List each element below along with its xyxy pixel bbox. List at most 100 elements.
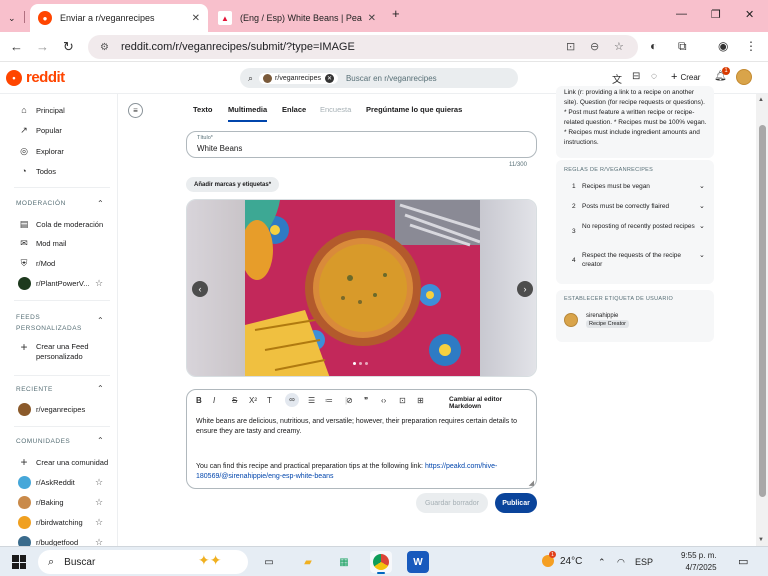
table-icon[interactable]: ⊞ xyxy=(417,396,424,405)
markdown-switch-button[interactable]: Cambiar al editor Markdown xyxy=(449,396,536,410)
tab-peakd[interactable]: ▲ (Eng / Esp) White Beans | PeakD ✕ xyxy=(210,4,384,32)
sidebar-item-veganrecipes[interactable]: r/veganrecipes xyxy=(18,402,85,416)
minimize-icon[interactable]: — xyxy=(676,8,687,20)
close-tab-icon[interactable]: ✕ xyxy=(368,13,376,24)
chevron-up-icon[interactable]: ⌃ xyxy=(97,436,104,445)
sidebar-item-principal[interactable]: ⌂ Principal xyxy=(18,103,64,117)
weather-widget[interactable]: 1 24°C xyxy=(542,551,582,567)
scroll-down-icon[interactable]: ▼ xyxy=(758,537,764,543)
code-block-icon[interactable]: ⊡ xyxy=(399,396,406,405)
reload-icon[interactable]: ↻ xyxy=(63,39,74,55)
close-tab-icon[interactable]: ✕ xyxy=(192,13,200,24)
body-editor[interactable]: B I S X² T ∞ ☰ ≔ | ⊘ ❞ ‹› ⊡ ⊞ Cambiar al… xyxy=(186,389,537,489)
chevron-up-icon[interactable]: ⌃ xyxy=(598,557,606,568)
translate-icon[interactable]: 文 xyxy=(612,71,622,86)
task-view-icon[interactable]: ▭ xyxy=(258,551,280,573)
tab-texto[interactable]: Texto xyxy=(193,105,212,114)
bookmark-star-icon[interactable]: ☆ xyxy=(614,40,624,53)
star-icon[interactable]: ☆ xyxy=(95,278,103,289)
profile-icon[interactable]: ◉ xyxy=(718,39,728,53)
sidebar-item-create-feed[interactable]: + Crear una Feed personalizado xyxy=(18,341,106,364)
italic-icon[interactable]: I xyxy=(213,396,215,405)
strikethrough-icon[interactable]: S xyxy=(232,396,237,405)
sidebar-item-birdwatching[interactable]: r/birdwatching xyxy=(18,515,83,529)
code-icon[interactable]: ‹› xyxy=(381,396,386,405)
new-tab-button[interactable]: + xyxy=(392,6,400,21)
tab-multimedia[interactable]: Multimedia xyxy=(228,105,268,122)
close-window-icon[interactable]: ✕ xyxy=(745,8,754,21)
back-icon[interactable]: ← xyxy=(10,39,23,54)
avatar[interactable] xyxy=(736,69,752,85)
install-app-icon[interactable]: ⊡ xyxy=(566,40,575,53)
rule-item[interactable]: 3 No reposting of recently posted recipe… xyxy=(564,222,709,236)
sidebar-item-modmail[interactable]: ✉ Mod mail xyxy=(18,236,66,250)
link-icon[interactable]: ∞ xyxy=(285,393,299,407)
sidebar-item-popular[interactable]: ↗ Popular xyxy=(18,123,62,137)
sidebar-item-modqueue[interactable]: ▤ Cola de moderación xyxy=(18,217,103,231)
bold-icon[interactable]: B xyxy=(196,396,202,405)
star-icon[interactable]: ☆ xyxy=(95,497,103,508)
taskbar-search[interactable]: ⌕ Buscar ✦✦ xyxy=(38,550,248,574)
carousel-dot[interactable] xyxy=(359,362,362,365)
spoiler-icon[interactable]: ⊘ xyxy=(346,396,353,405)
save-draft-button[interactable]: Guardar borrador xyxy=(416,493,488,513)
address-bar[interactable]: ⚙ reddit.com/r/veganrecipes/submit/?type… xyxy=(88,35,638,59)
carousel-dot[interactable] xyxy=(365,362,368,365)
collapse-sidebar-button[interactable]: ≡ xyxy=(128,103,143,118)
forward-icon[interactable]: → xyxy=(36,39,49,54)
file-explorer-icon[interactable]: ▰ xyxy=(297,551,319,573)
carousel-prev-button[interactable]: ‹ xyxy=(192,281,208,297)
resize-handle-icon[interactable]: ◢ xyxy=(529,479,534,487)
scrollbar-thumb[interactable] xyxy=(759,125,766,497)
rule-item[interactable]: 1 Recipes must be vegan ⌄ xyxy=(564,182,709,191)
chrome-app-icon[interactable] xyxy=(370,551,392,574)
tab-enviar[interactable]: ● Enviar a r/veganrecipes ✕ xyxy=(30,4,208,32)
superscript-icon[interactable]: X² xyxy=(249,396,257,405)
restore-icon[interactable]: ❐ xyxy=(711,8,721,21)
scroll-up-icon[interactable]: ▲ xyxy=(758,97,764,103)
word-app-icon[interactable]: W xyxy=(407,551,429,573)
quote-icon[interactable]: ❞ xyxy=(364,396,368,405)
rule-item[interactable]: 4 Respect the requests of the recipe cre… xyxy=(564,251,709,269)
create-button[interactable]: + Crear xyxy=(671,71,700,83)
chevron-up-icon[interactable]: ⌃ xyxy=(97,199,104,208)
wifi-icon[interactable]: ◠ xyxy=(617,557,625,568)
sidebar-item-todos[interactable]: ◔ Todos xyxy=(18,164,56,178)
carousel-next-button[interactable]: › xyxy=(517,281,533,297)
star-icon[interactable]: ☆ xyxy=(95,537,103,546)
windows-start-icon[interactable] xyxy=(12,555,26,569)
language-indicator[interactable]: ESP xyxy=(635,557,653,567)
title-field[interactable]: Título* White Beans xyxy=(186,131,537,158)
publish-button[interactable]: Publicar xyxy=(495,493,537,513)
store-app-icon[interactable]: ▦ xyxy=(333,551,355,573)
menu-icon[interactable]: ⋮ xyxy=(745,39,757,53)
clock[interactable]: 9:55 p. m. 4/7/2025 xyxy=(681,550,717,574)
puzzle-icon[interactable]: ⧉ xyxy=(678,39,687,54)
carousel-dot[interactable] xyxy=(353,362,356,365)
star-icon[interactable]: ☆ xyxy=(95,517,103,528)
zoom-icon[interactable]: ⊖ xyxy=(590,40,599,53)
search-input[interactable]: ⌕ r/veganrecipes ✕ Buscar en r/veganreci… xyxy=(240,68,518,88)
sidebar-item-plantpower[interactable]: r/PlantPowerV... xyxy=(18,276,90,290)
site-settings-icon[interactable]: ⚙ xyxy=(100,42,109,53)
advertise-icon[interactable]: ⊟ xyxy=(632,71,640,82)
tab-ama[interactable]: Pregúntame lo que quieras xyxy=(366,105,462,114)
tab-search-button[interactable]: ⌄ xyxy=(8,4,22,32)
sidebar-item-create-community[interactable]: + Crear una comunidad xyxy=(18,455,108,469)
remove-chip-icon[interactable]: ✕ xyxy=(324,73,334,83)
sidebar-item-askreddit[interactable]: r/AskReddit xyxy=(18,475,75,489)
extension-icon[interactable]: ◐ xyxy=(650,39,657,53)
chevron-up-icon[interactable]: ⌃ xyxy=(97,316,104,325)
rule-item[interactable]: 2 Posts must be correctly flaired ⌄ xyxy=(564,202,709,211)
sidebar-item-budgetfood[interactable]: r/budgetfood xyxy=(18,535,78,546)
tab-enlace[interactable]: Enlace xyxy=(282,105,306,114)
sidebar-item-baking[interactable]: r/Baking xyxy=(18,495,64,509)
sidebar-item-explorar[interactable]: ◎ Explorar xyxy=(18,144,64,158)
numbered-list-icon[interactable]: ≔ xyxy=(325,396,333,405)
sidebar-item-rmod[interactable]: ⛨ r/Mod xyxy=(18,256,56,270)
notifications-icon[interactable]: ▭ xyxy=(738,555,748,568)
chat-icon[interactable]: ◌ xyxy=(651,71,657,82)
flair-badge[interactable]: Recipe Creator xyxy=(586,320,629,328)
heading-icon[interactable]: T xyxy=(267,396,272,405)
reddit-logo[interactable]: • reddit xyxy=(6,69,65,86)
